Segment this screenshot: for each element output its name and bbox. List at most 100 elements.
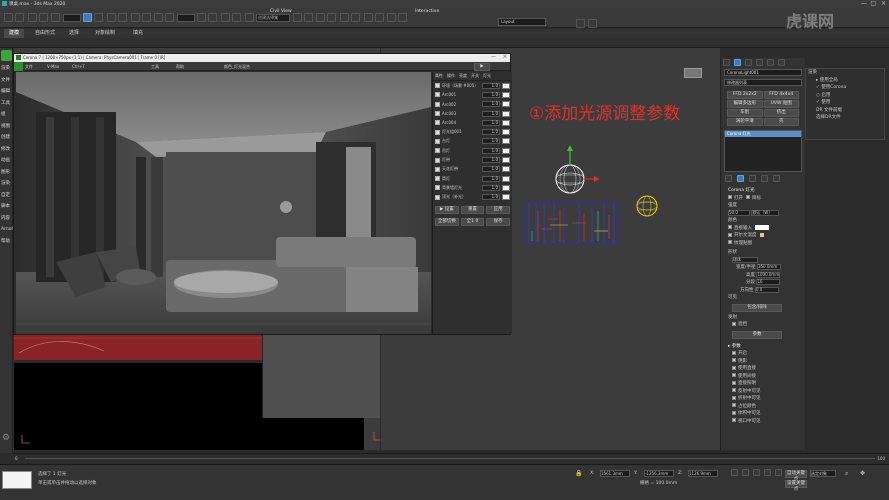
lightmix-header-3[interactable]: 开关	[471, 73, 479, 79]
modifier-stack-item[interactable]: Corona 灯光	[725, 131, 801, 137]
rollout-title[interactable]: Corona 灯光	[724, 187, 802, 195]
lightmix-row-checkbox[interactable]	[435, 101, 440, 107]
parameter-checkbox[interactable]	[732, 395, 736, 400]
vfb-close-button[interactable]: ×	[503, 54, 507, 60]
pan-icon[interactable]: ✥	[860, 470, 865, 477]
lightmix-row-color-swatch[interactable]	[502, 175, 510, 182]
lightmix-save-button[interactable]: 保存	[486, 217, 511, 226]
modifier-button[interactable]: 挤出	[763, 109, 799, 117]
lightmix-row-checkbox[interactable]	[435, 92, 440, 98]
tab-object-paint[interactable]: 对象绘制	[90, 29, 120, 38]
segments-value[interactable]: 16	[756, 279, 781, 285]
parameter-row[interactable]: 体积中可见	[724, 410, 802, 418]
lightmix-row-checkbox[interactable]	[435, 148, 440, 154]
modifier-list-dropdown[interactable]: 修改器列表	[724, 79, 802, 86]
scale-icon[interactable]	[154, 13, 164, 22]
spinner-snap-icon[interactable]	[244, 13, 254, 22]
section3-title[interactable]: ▸ 参数	[724, 343, 802, 351]
include-exclude-button[interactable]: 包含/排除	[732, 303, 782, 312]
left-panel-item[interactable]: 文件	[1, 75, 12, 87]
lightmix-header-1[interactable]: 操作	[447, 73, 455, 79]
render-panel-row-4[interactable]: DR 文件前缀	[806, 107, 884, 115]
viewport-bottom-left[interactable]	[14, 333, 364, 450]
lightmix-row-checkbox[interactable]	[435, 166, 440, 172]
lightmix-row-intensity[interactable]: 1.0	[482, 129, 500, 136]
lightmix-row-checkbox[interactable]	[435, 176, 440, 182]
motion-tab-icon[interactable]	[756, 59, 763, 66]
render-panel-row-5[interactable]: 选择DR文件	[806, 114, 884, 122]
timeline-track[interactable]	[25, 458, 875, 459]
lightmix-row-color-swatch[interactable]	[502, 119, 510, 126]
modifier-button[interactable]: 涡轮平滑	[727, 118, 763, 126]
lightmix-row-checkbox[interactable]	[435, 120, 440, 126]
hierarchy-tab-icon[interactable]	[745, 59, 752, 66]
lightmix-row-color-swatch[interactable]	[502, 194, 510, 201]
lightmix-row-checkbox[interactable]	[435, 194, 440, 200]
lightmix-row-color-swatch[interactable]	[502, 129, 510, 136]
select-by-name-icon[interactable]	[94, 13, 104, 22]
on-checkbox[interactable]	[728, 195, 732, 199]
material-editor-icon[interactable]	[363, 13, 373, 22]
configure-sets-icon[interactable]	[773, 175, 780, 182]
rotate-icon[interactable]	[141, 13, 151, 22]
parameter-checkbox[interactable]	[732, 388, 736, 392]
coord-x-field[interactable]: 1561.3mm	[600, 470, 630, 477]
parameter-row[interactable]: 折射中可见	[724, 395, 802, 403]
left-panel-item[interactable]: 渲染	[1, 63, 12, 75]
parameter-checkbox[interactable]	[732, 403, 736, 407]
left-panel-item[interactable]: 图形	[1, 167, 12, 179]
menu-civil-view[interactable]: Civil View	[270, 9, 292, 14]
kelvin-radio[interactable]	[728, 232, 732, 237]
lightmix-row-checkbox[interactable]	[435, 185, 440, 191]
parameter-row[interactable]: 占位颜色	[724, 403, 802, 411]
lightmix-row-checkbox[interactable]	[435, 111, 440, 117]
tab-freeform[interactable]: 自由形式	[30, 29, 60, 38]
lightmix-row-color-swatch[interactable]	[502, 157, 510, 164]
vfb-menu-tools[interactable]: 工具	[151, 64, 159, 70]
shape-dropdown[interactable]: 球体	[732, 256, 758, 263]
parameter-row[interactable]: 阴影	[724, 358, 802, 366]
rect-select-icon[interactable]	[106, 13, 116, 22]
parameter-row[interactable]: 使用间接	[724, 373, 802, 381]
lightmix-all-one-button[interactable]: 全1.0	[460, 217, 485, 226]
modifier-button[interactable]: 编辑多边形	[727, 100, 763, 108]
directionality-value[interactable]: 0.0	[754, 286, 779, 293]
goto-end-icon[interactable]	[775, 469, 782, 476]
lightmix-row-checkbox[interactable]	[435, 83, 440, 89]
graphite-icon[interactable]	[327, 13, 337, 22]
lightmix-row-intensity[interactable]: 1.0	[482, 138, 500, 145]
lightmix-row-intensity[interactable]: 1.0	[482, 110, 500, 117]
direct-color-row[interactable]: 直接输入	[724, 224, 802, 233]
viewcube[interactable]	[684, 68, 702, 78]
render-setup-icon[interactable]	[374, 13, 384, 22]
pin-stack-icon[interactable]	[725, 175, 732, 182]
move-icon[interactable]	[130, 13, 140, 22]
lightmix-row-color-swatch[interactable]	[502, 82, 510, 89]
parameter-checkbox[interactable]	[732, 358, 736, 362]
close-button[interactable]: ×	[881, 0, 886, 7]
render-frame-icon[interactable]	[387, 13, 397, 22]
layer-icon[interactable]	[316, 13, 326, 22]
parameter-row[interactable]: 开启	[724, 350, 802, 358]
intensity-unit[interactable]: 默认（W）	[751, 209, 780, 216]
vfb-menu-ctrl[interactable]: Ctrl+T	[72, 64, 85, 69]
parameter-checkbox[interactable]	[732, 410, 736, 415]
coord-z-field[interactable]: 1126.9mm	[688, 470, 718, 477]
lightmix-row-intensity[interactable]: 1.0	[482, 166, 500, 173]
zoom-icon[interactable]: ⌕	[845, 470, 848, 478]
display-tab-icon[interactable]	[767, 59, 774, 66]
left-panel-item[interactable]: 渲染	[1, 178, 12, 190]
parameter-checkbox[interactable]	[732, 418, 736, 422]
place-icon[interactable]	[165, 13, 175, 22]
vfb-menu-help[interactable]: 帮助	[176, 64, 184, 70]
pivot-icon[interactable]	[197, 13, 207, 22]
timeline[interactable]: 0 100	[13, 453, 889, 463]
lightmix-row-intensity[interactable]: 1.0	[482, 194, 500, 201]
tab-modeling[interactable]: 建模	[4, 29, 25, 38]
show-end-result-icon[interactable]	[737, 175, 744, 182]
angle-snap-icon[interactable]	[220, 13, 230, 22]
lightmix-row-intensity[interactable]: 1.0	[482, 175, 500, 182]
on-row[interactable]: 打开 目标	[724, 195, 802, 203]
parameter-checkbox[interactable]	[732, 365, 736, 370]
lightmix-header-0[interactable]: 属性	[435, 73, 443, 79]
